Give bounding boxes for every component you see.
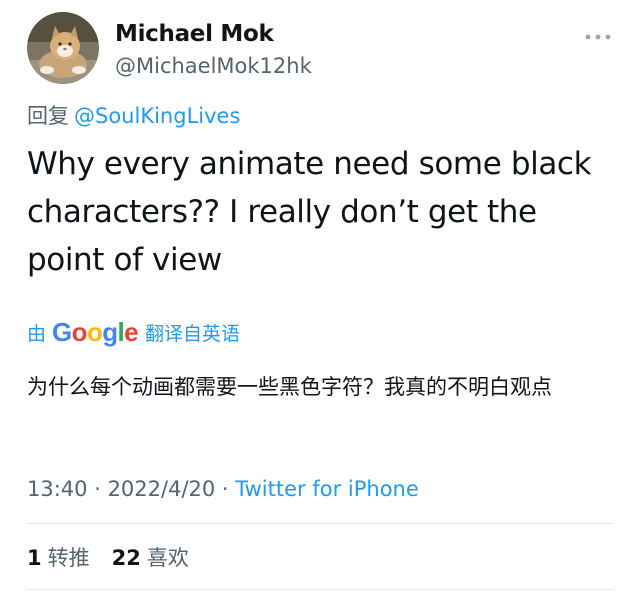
translated-text: 为什么每个动画都需要一些黑色字符？我真的不明白观点 [27, 375, 552, 399]
more-horizontal-icon[interactable] [584, 28, 612, 40]
tweet-stats: 1 转推 22 喜欢 [27, 542, 211, 572]
tweet-source-link[interactable]: Twitter for iPhone [235, 477, 419, 501]
reply-context: 回复 @SoulKingLives [27, 100, 240, 130]
tweet-text: Why every animate need some black charac… [27, 146, 592, 278]
tweet-meta: 13:40 · 2022/4/20 · Twitter for iPhone [27, 477, 419, 501]
reply-prefix: 回复 [27, 104, 69, 128]
likes-count: 22 [111, 546, 141, 570]
divider [27, 523, 613, 524]
divider [27, 589, 613, 590]
avatar[interactable] [27, 12, 99, 84]
likes-stat[interactable]: 22 喜欢 [112, 542, 189, 572]
retweets-count: 1 [27, 546, 42, 570]
tweet-date[interactable]: 2022/4/20 [108, 477, 216, 501]
likes-label: 喜欢 [146, 546, 189, 570]
translation-suffix: 翻译自英语 [145, 322, 241, 345]
tweet-time[interactable]: 13:40 [27, 477, 88, 501]
author-display-name[interactable]: Michael Mok [115, 21, 274, 47]
translation-prefix: 由 [27, 322, 47, 345]
retweets-stat[interactable]: 1 转推 [27, 542, 90, 572]
author-handle[interactable]: @MichaelMok12hk [115, 54, 312, 78]
google-logo: Google [52, 316, 139, 347]
meta-separator: · [87, 477, 108, 501]
retweets-label: 转推 [47, 546, 90, 570]
tweet-card: Michael Mok @MichaelMok12hk 回复 @SoulKingL… [0, 0, 640, 603]
translation-attribution[interactable]: 由 Google 翻译自英语 [27, 316, 240, 348]
meta-separator: · [215, 477, 236, 501]
reply-target-link[interactable]: @SoulKingLives [74, 104, 240, 128]
avatar-cat-image [27, 12, 99, 84]
